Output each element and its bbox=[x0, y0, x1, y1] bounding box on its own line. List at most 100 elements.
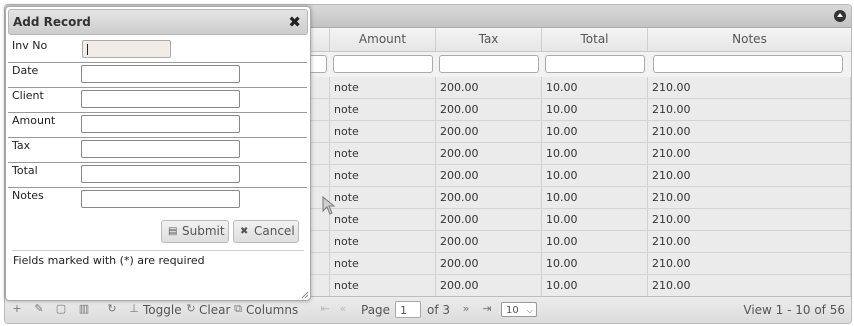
form-row-inv-no: Inv No bbox=[8, 37, 307, 63]
column-header-total[interactable]: Total bbox=[542, 28, 648, 51]
table-cell: 10.00 bbox=[542, 275, 648, 296]
rows-per-page-value: 10 bbox=[506, 305, 519, 316]
table-cell: 200.00 bbox=[436, 231, 542, 252]
filter-input-tax[interactable] bbox=[439, 55, 539, 73]
dialog-titlebar[interactable]: Add Record ✖ bbox=[8, 9, 308, 35]
view-icon[interactable]: ▢ bbox=[55, 303, 67, 315]
field-label-date: Date bbox=[12, 64, 39, 77]
field-label-client: Client bbox=[12, 89, 44, 102]
table-cell: 210.00 bbox=[648, 77, 851, 98]
form-row-amount: Amount bbox=[8, 112, 307, 138]
table-cell: 210.00 bbox=[648, 231, 851, 252]
amount-field[interactable] bbox=[81, 115, 240, 133]
table-cell: 200.00 bbox=[436, 143, 542, 164]
last-page-icon[interactable]: ⇥ bbox=[481, 303, 493, 315]
submit-label: Submit bbox=[182, 224, 225, 238]
page-input[interactable]: 1 bbox=[395, 301, 421, 318]
table-cell: 210.00 bbox=[648, 209, 851, 230]
table-cell: 210.00 bbox=[648, 99, 851, 120]
close-icon[interactable]: ✖ bbox=[288, 11, 301, 33]
form-row-total: Total bbox=[8, 162, 307, 188]
prev-page-icon[interactable]: « bbox=[337, 303, 349, 315]
table-cell: 10.00 bbox=[542, 165, 648, 186]
pin-icon: ⊥ bbox=[129, 302, 139, 315]
edit-icon[interactable]: ✎ bbox=[33, 303, 45, 315]
filter-input-total[interactable] bbox=[545, 55, 645, 73]
table-cell: note bbox=[330, 231, 436, 252]
table-cell: note bbox=[330, 187, 436, 208]
clear-icon: ↻ bbox=[186, 302, 196, 315]
table-cell: 200.00 bbox=[436, 253, 542, 274]
collapse-icon[interactable] bbox=[834, 10, 846, 22]
column-header-notes[interactable]: Notes bbox=[648, 28, 851, 51]
table-cell: 200.00 bbox=[436, 275, 542, 296]
table-cell: 200.00 bbox=[436, 165, 542, 186]
table-cell: 200.00 bbox=[436, 77, 542, 98]
table-cell: 200.00 bbox=[436, 99, 542, 120]
field-label-tax: Tax bbox=[12, 139, 31, 152]
form-row-tax: Tax bbox=[8, 137, 307, 163]
client-field[interactable] bbox=[81, 90, 240, 108]
page-count-label: of 3 bbox=[427, 303, 451, 317]
table-cell: 10.00 bbox=[542, 253, 648, 274]
submit-button[interactable]: ▤ Submit bbox=[161, 220, 229, 243]
inv-no-field[interactable] bbox=[82, 40, 171, 58]
rows-per-page-select[interactable]: 10 ⌵ bbox=[501, 302, 537, 317]
table-cell: note bbox=[330, 143, 436, 164]
table-cell: 200.00 bbox=[436, 121, 542, 142]
table-cell: note bbox=[330, 77, 436, 98]
next-page-icon[interactable]: » bbox=[460, 303, 472, 315]
table-cell: 10.00 bbox=[542, 209, 648, 230]
delete-icon[interactable]: ▥ bbox=[78, 303, 90, 315]
divider bbox=[12, 250, 304, 251]
filter-input-notes[interactable] bbox=[653, 55, 843, 73]
field-label-amount: Amount bbox=[12, 114, 56, 127]
filter-input-amount[interactable] bbox=[333, 55, 433, 73]
add-icon[interactable]: + bbox=[11, 303, 23, 315]
required-note: Fields marked with (*) are required bbox=[13, 254, 205, 267]
table-cell: note bbox=[330, 99, 436, 120]
table-cell: 10.00 bbox=[542, 187, 648, 208]
table-cell: 210.00 bbox=[648, 275, 851, 296]
form-row-client: Client bbox=[8, 87, 307, 113]
column-header-tax[interactable]: Tax bbox=[436, 28, 542, 51]
table-cell: 210.00 bbox=[648, 165, 851, 186]
refresh-icon[interactable]: ↻ bbox=[106, 303, 118, 315]
columns-icon: ⧉ bbox=[234, 302, 242, 315]
table-cell: 10.00 bbox=[542, 231, 648, 252]
form-row-date: Date bbox=[8, 62, 307, 88]
table-cell: 210.00 bbox=[648, 143, 851, 164]
save-icon: ▤ bbox=[168, 226, 178, 237]
table-cell: note bbox=[330, 275, 436, 296]
table-cell: 210.00 bbox=[648, 187, 851, 208]
table-cell: 10.00 bbox=[542, 77, 648, 98]
table-cell: 210.00 bbox=[648, 253, 851, 274]
total-field[interactable] bbox=[81, 165, 240, 183]
notes-field[interactable] bbox=[81, 190, 240, 208]
view-info: View 1 - 10 of 56 bbox=[743, 303, 845, 317]
tax-field[interactable] bbox=[81, 140, 240, 158]
table-cell: note bbox=[330, 253, 436, 274]
resize-grip-icon[interactable] bbox=[301, 291, 309, 299]
cancel-button[interactable]: ✖ Cancel bbox=[233, 220, 299, 243]
field-label-notes: Notes bbox=[12, 189, 44, 202]
table-cell: 10.00 bbox=[542, 121, 648, 142]
table-cell: 200.00 bbox=[436, 187, 542, 208]
date-field[interactable] bbox=[81, 65, 240, 83]
add-record-dialog: Add Record ✖ Inv No Date Client Amount T… bbox=[5, 6, 311, 301]
page-label: Page bbox=[361, 303, 391, 317]
table-cell: 210.00 bbox=[648, 121, 851, 142]
field-label-inv-no: Inv No bbox=[12, 39, 48, 52]
cancel-label: Cancel bbox=[254, 224, 295, 238]
cancel-icon: ✖ bbox=[240, 226, 249, 237]
table-cell: note bbox=[330, 209, 436, 230]
dialog-title: Add Record bbox=[13, 15, 91, 29]
first-page-icon[interactable]: ⇤ bbox=[319, 303, 331, 315]
field-label-total: Total bbox=[12, 164, 38, 177]
table-cell: note bbox=[330, 121, 436, 142]
chevron-down-icon: ⌵ bbox=[526, 306, 533, 315]
table-cell: 10.00 bbox=[542, 99, 648, 120]
mouse-cursor-icon bbox=[322, 196, 336, 215]
column-header-amount[interactable]: Amount bbox=[330, 28, 436, 51]
form-row-notes: Notes bbox=[8, 187, 307, 212]
